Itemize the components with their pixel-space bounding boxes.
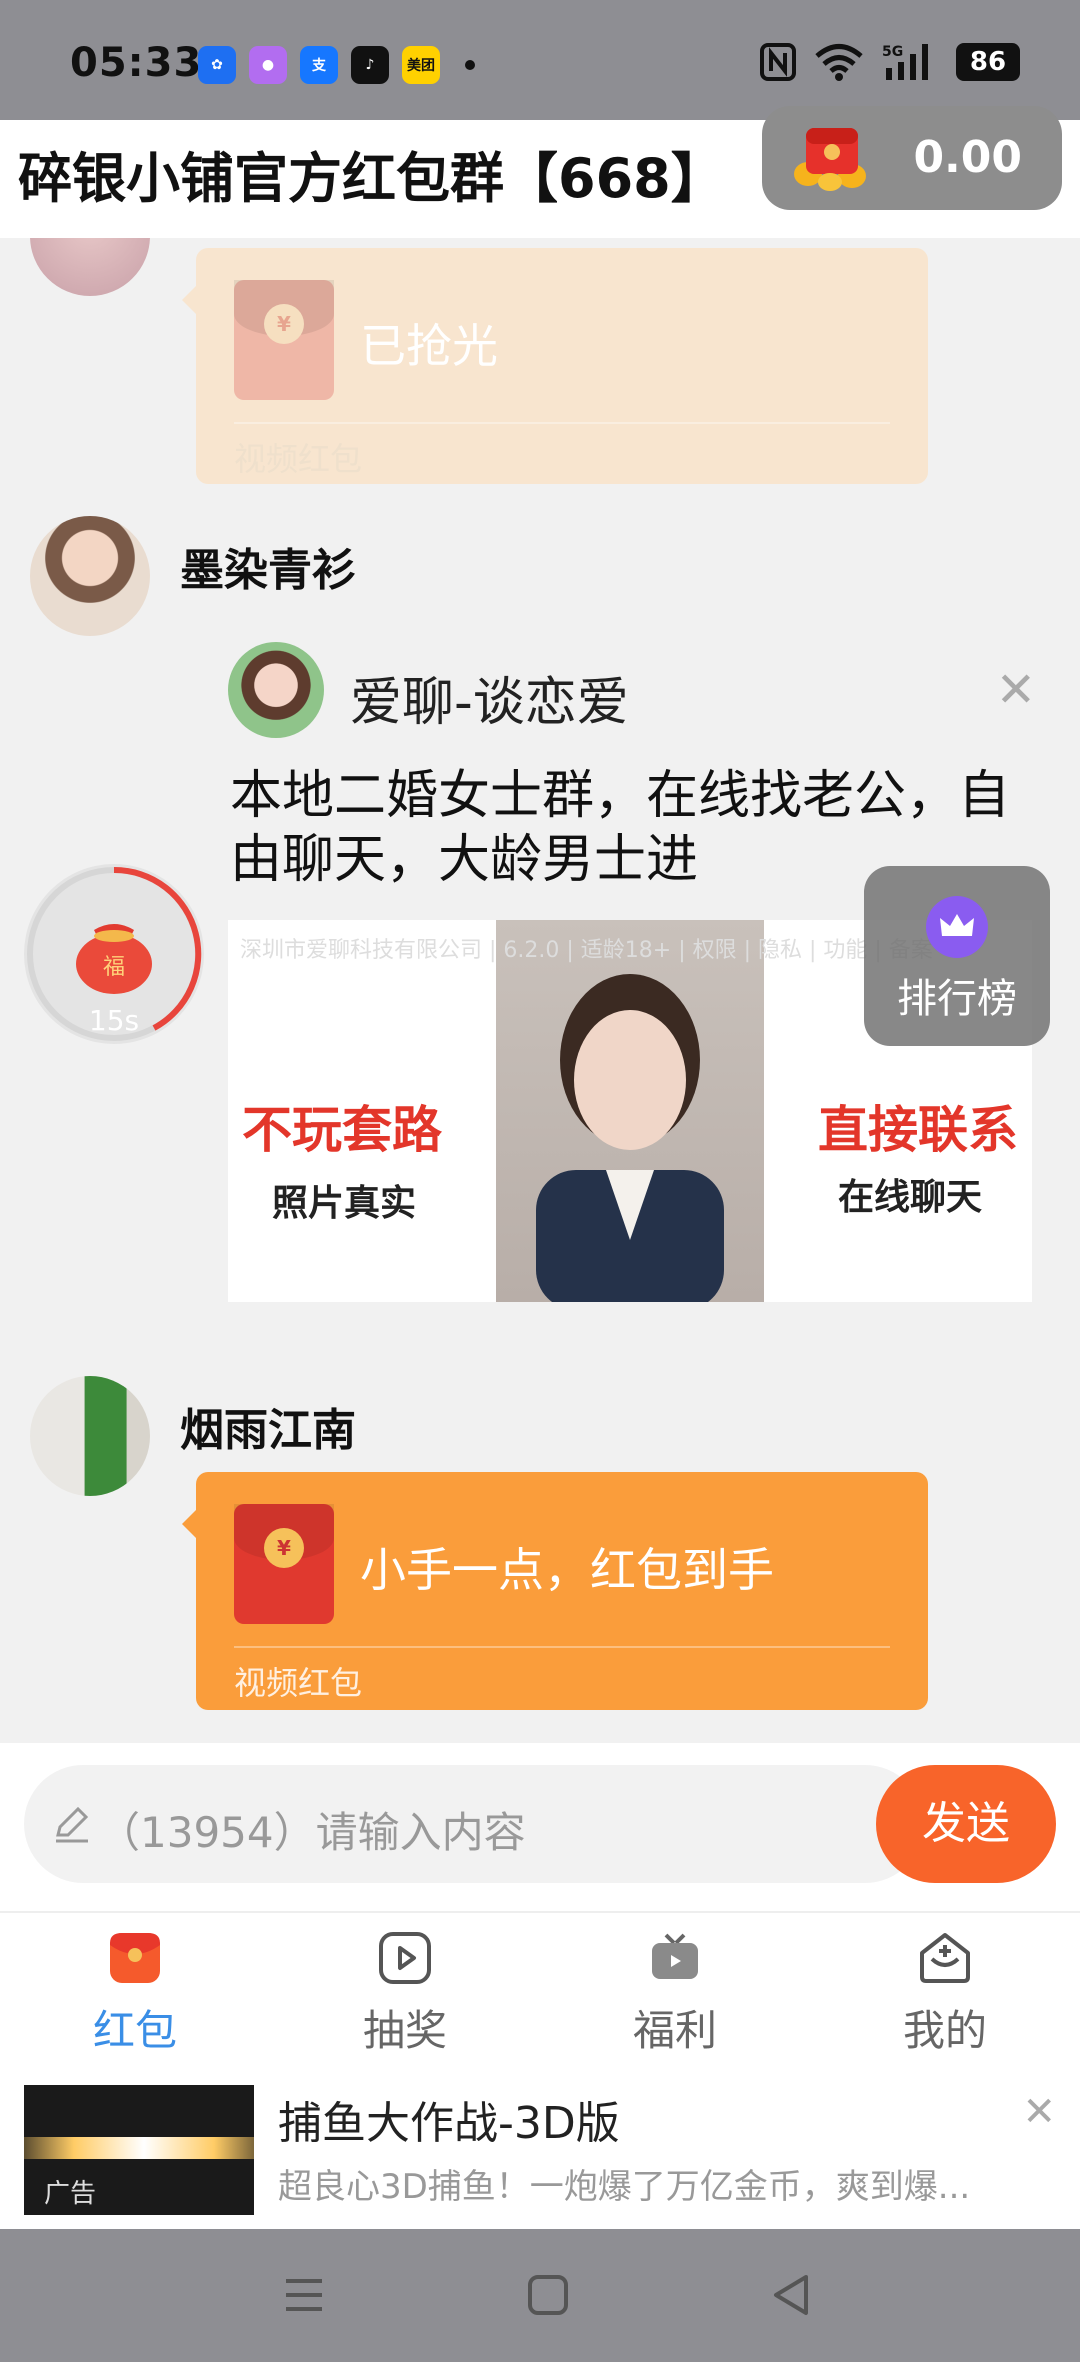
pinwheel-app-icon: ✿ bbox=[198, 46, 236, 84]
chat-header: 碎银小铺官方红包群【668】 0.00 bbox=[0, 106, 1080, 238]
balance-pill[interactable]: 0.00 bbox=[762, 106, 1062, 210]
menu-icon[interactable] bbox=[278, 2269, 330, 2321]
status-indicators: 5G 86 bbox=[760, 42, 1020, 82]
bubble-tail bbox=[182, 286, 196, 314]
status-bar: 05:33 ✿ ● 支 ♪ 美团 5G 86 bbox=[0, 0, 1080, 120]
red-packet-card[interactable]: ¥ 小手一点，红包到手 视频红包 bbox=[182, 1472, 928, 1710]
battery-indicator: 86 bbox=[956, 43, 1020, 81]
ad-copy-left-title: 不玩套路 bbox=[242, 1101, 442, 1159]
avatar[interactable] bbox=[30, 238, 150, 296]
leaderboard-label: 排行榜 bbox=[897, 976, 1017, 1022]
sender-name: 墨染青衫 bbox=[180, 545, 356, 596]
banner-ad[interactable]: 广告 捕鱼大作战-3D版 超良心3D捕鱼！一炮爆了万亿金币，爽到爆... ✕ bbox=[0, 2061, 1080, 2229]
meituan-app-icon: 美团 bbox=[402, 46, 440, 84]
tiktok-app-icon: ♪ bbox=[351, 46, 389, 84]
red-packet-icon: ¥ bbox=[234, 1504, 334, 1624]
tab-red-packet[interactable]: 红包 bbox=[0, 1913, 270, 2063]
lucky-bag-icon: 福 bbox=[76, 924, 152, 994]
photos-app-icon: ● bbox=[249, 46, 287, 84]
red-packet-message: 小手一点，红包到手 bbox=[360, 1543, 774, 1597]
pencil-icon bbox=[56, 1806, 89, 1843]
ad-brand-avatar bbox=[228, 642, 324, 738]
message-input-bar: （13954）请输入内容 发送 bbox=[0, 1743, 1080, 1911]
banner-ad-thumbnail: 广告 bbox=[24, 2085, 254, 2215]
banner-ad-title: 捕鱼大作战-3D版 bbox=[278, 2098, 620, 2149]
tab-lottery[interactable]: 抽奖 bbox=[270, 1913, 540, 2063]
countdown-seconds: 15s bbox=[88, 1004, 140, 1037]
red-packet-tab-icon bbox=[110, 1933, 160, 1983]
send-button[interactable]: 发送 bbox=[876, 1765, 1056, 1883]
red-packet-card-claimed[interactable]: ¥ 已抢光 视频红包 bbox=[182, 248, 928, 484]
tab-label: 抽奖 bbox=[362, 2006, 447, 2055]
avatar[interactable] bbox=[30, 1376, 150, 1496]
tab-mine[interactable]: 我的 bbox=[810, 1913, 1080, 2063]
wifi-icon bbox=[815, 44, 863, 81]
notification-icons: ✿ ● 支 ♪ 美团 bbox=[198, 46, 475, 84]
red-packet-type-label: 视频红包 bbox=[234, 440, 363, 478]
group-title: 碎银小铺官方红包群【668】 bbox=[18, 147, 725, 210]
alipay-app-icon: 支 bbox=[300, 46, 338, 84]
close-icon[interactable]: ✕ bbox=[996, 662, 1036, 718]
back-icon[interactable] bbox=[766, 2269, 818, 2321]
bubble-tail bbox=[182, 1510, 196, 1538]
nfc-icon bbox=[760, 43, 796, 81]
avatar[interactable] bbox=[30, 516, 150, 636]
svg-text:福: 福 bbox=[103, 955, 125, 980]
banner-ad-description: 超良心3D捕鱼！一炮爆了万亿金币，爽到爆... bbox=[278, 2167, 971, 2207]
message-input[interactable]: （13954）请输入内容 bbox=[24, 1765, 924, 1883]
system-nav-bar bbox=[0, 2229, 1080, 2362]
countdown-red-packet-widget[interactable]: 福 15s bbox=[24, 864, 204, 1044]
red-packet-icon bbox=[794, 128, 866, 191]
ad-copy-right-sub: 在线聊天 bbox=[837, 1177, 982, 1218]
balance-amount: 0.00 bbox=[913, 132, 1022, 183]
tab-label: 红包 bbox=[92, 2006, 177, 2055]
tv-tab-icon bbox=[652, 1933, 698, 1979]
tab-welfare[interactable]: 福利 bbox=[540, 1913, 810, 2063]
play-tab-icon bbox=[379, 1932, 431, 1984]
bottom-tab-bar: 红包 抽奖 福利 我的 bbox=[0, 1911, 1080, 2061]
close-icon[interactable]: ✕ bbox=[1022, 2089, 1056, 2135]
red-packet-status: 已抢光 bbox=[360, 319, 498, 373]
leaderboard-button[interactable]: 排行榜 bbox=[864, 866, 1050, 1046]
ad-photo bbox=[496, 920, 764, 1302]
sender-name: 烟雨江南 bbox=[180, 1405, 356, 1456]
red-packet-icon: ¥ bbox=[234, 280, 334, 400]
tab-label: 我的 bbox=[902, 2006, 987, 2055]
ad-tag: 广告 bbox=[44, 2179, 97, 2209]
tab-label: 福利 bbox=[632, 2006, 717, 2055]
home-icon[interactable] bbox=[522, 2269, 574, 2321]
ad-copy-right-title: 直接联系 bbox=[818, 1101, 1018, 1159]
ad-disclaimer: 深圳市爱聊科技有限公司 | 6.2.0 | 适龄18+ | 权限 | 隐私 | … bbox=[240, 938, 933, 963]
crown-icon bbox=[926, 896, 988, 958]
status-time: 05:33 bbox=[70, 40, 203, 86]
profile-tab-icon bbox=[920, 1933, 970, 1983]
svg-text:5G: 5G bbox=[882, 44, 903, 60]
signal-5g-icon: 5G bbox=[882, 44, 928, 80]
more-notifications-dot-icon bbox=[465, 60, 475, 70]
ad-brand-name: 爱聊-谈恋爱 bbox=[350, 673, 629, 733]
red-packet-type-label: 视频红包 bbox=[234, 1664, 363, 1702]
message-input-placeholder: （13954）请输入内容 bbox=[98, 1808, 526, 1857]
ad-copy-left-sub: 照片真实 bbox=[272, 1183, 417, 1224]
